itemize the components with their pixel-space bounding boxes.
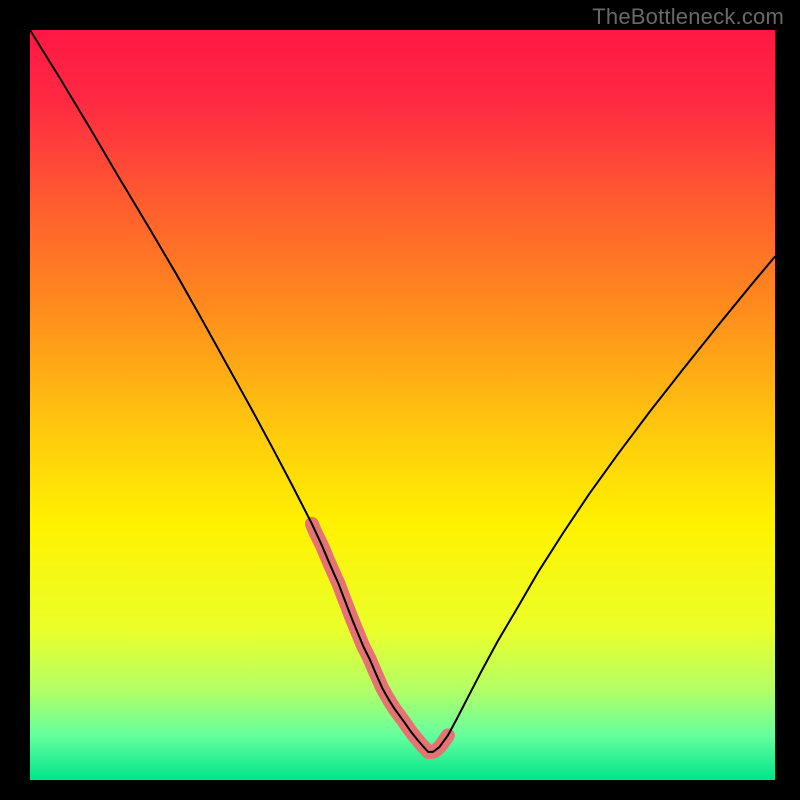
chart-container: { "watermark": "TheBottleneck.com", "cha… (0, 0, 800, 800)
bottleneck-chart (0, 0, 800, 800)
watermark-text: TheBottleneck.com (592, 4, 784, 30)
plot-background (30, 30, 775, 780)
